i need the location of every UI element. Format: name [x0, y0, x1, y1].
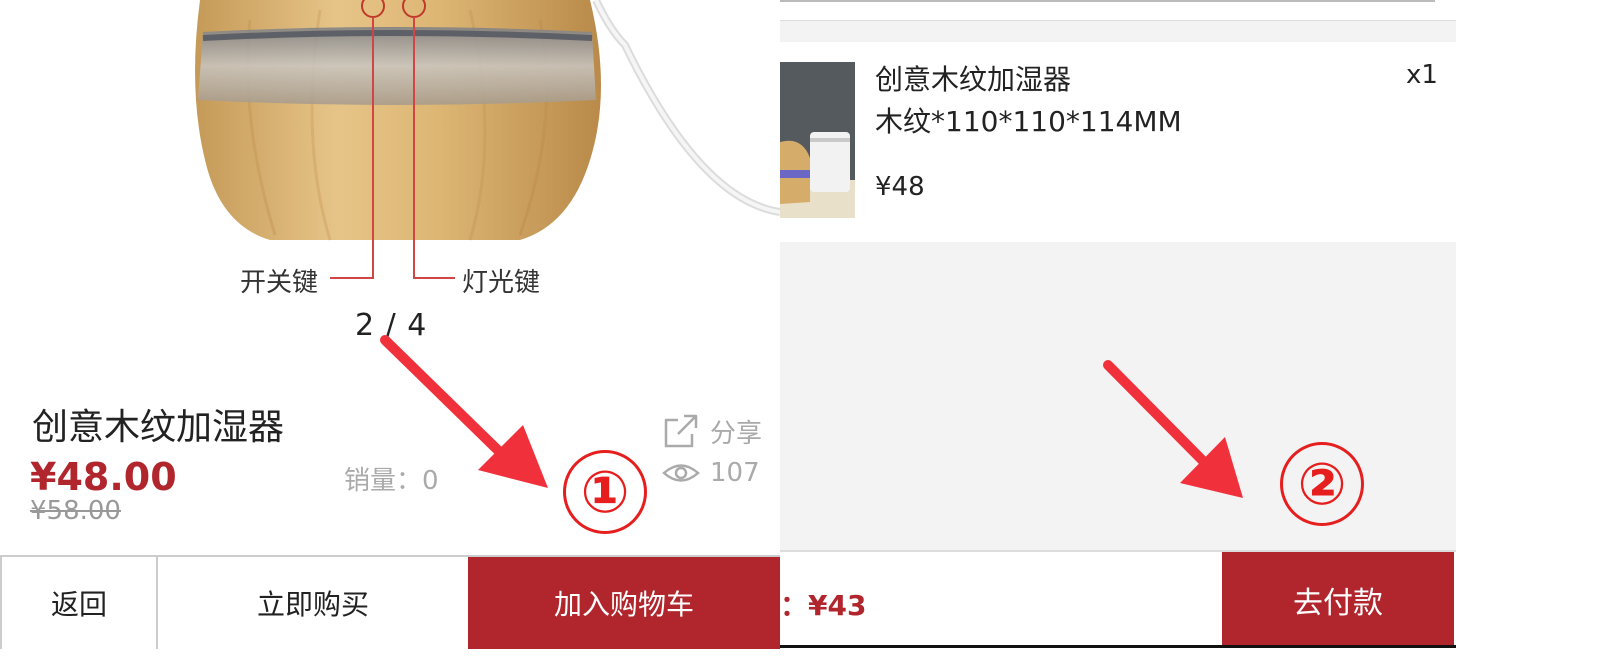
step-2-marker: ②: [1280, 442, 1364, 526]
top-divider: [780, 0, 1456, 21]
page-margin: [1456, 0, 1607, 663]
item-quantity: x1: [1406, 60, 1438, 90]
pay-button[interactable]: 去付款: [1222, 552, 1454, 645]
view-count: 107: [662, 458, 760, 488]
order-total: ：¥43: [780, 589, 867, 622]
product-detail-panel: 开关键 灯光键 2 / 4 创意木纹加湿器 ¥48.00 ¥58.00 销量：0…: [0, 0, 780, 663]
checkout-panel: 创意木纹加湿器 木纹*110*110*114MM ¥48 x1 ：¥43 去付款: [780, 0, 1456, 645]
share-label: 分享: [710, 418, 763, 449]
sales-count: 销量：0: [344, 466, 439, 496]
share-button[interactable]: 分享: [662, 412, 762, 450]
light-key-label: 灯光键: [462, 268, 541, 298]
step-1-marker: ①: [563, 450, 647, 534]
share-icon: [664, 414, 698, 448]
item-price: ¥48: [875, 172, 925, 202]
buy-now-button[interactable]: 立即购买: [158, 557, 468, 649]
back-button[interactable]: 返回: [0, 557, 158, 649]
view-count-value: 107: [710, 458, 760, 488]
add-to-cart-button[interactable]: 加入购物车: [468, 557, 780, 649]
bottom-rule: [780, 645, 1456, 648]
order-item: 创意木纹加湿器 木纹*110*110*114MM ¥48 x1: [780, 42, 1456, 242]
product-price: ¥48.00: [30, 455, 177, 499]
original-price: ¥58.00: [30, 496, 121, 526]
item-name: 创意木纹加湿器: [875, 63, 1072, 96]
product-action-bar: 返回 立即购买 加入购物车: [0, 555, 780, 649]
product-photo[interactable]: [0, 0, 780, 300]
item-spec: 木纹*110*110*114MM: [875, 105, 1182, 138]
power-key-label: 开关键: [240, 268, 319, 298]
eye-icon: [662, 464, 700, 482]
item-thumbnail: [780, 62, 855, 218]
product-title: 创意木纹加湿器: [32, 407, 285, 448]
checkout-bar: ：¥43 去付款: [780, 550, 1456, 645]
divider-line: [780, 0, 1435, 2]
image-pager: 2 / 4: [355, 308, 428, 343]
